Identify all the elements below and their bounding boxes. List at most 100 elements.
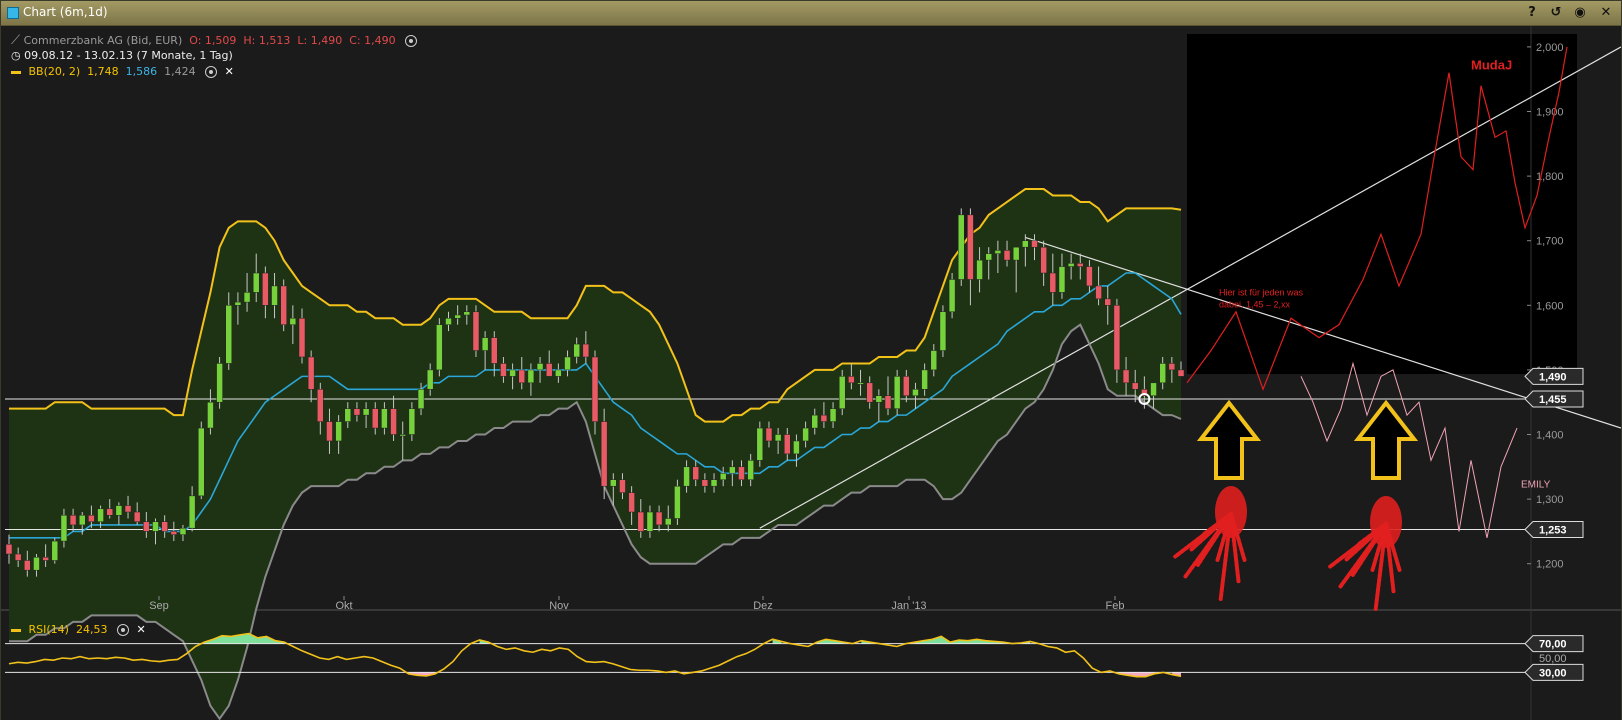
comment-text: Hier ist für jeden was [1219,288,1304,298]
candle-body [326,421,333,442]
title-bar[interactable]: Chart (6m,1d) ? ↺ ◉ ✕ [1,1,1621,26]
candle-body [161,521,168,532]
candle-body [1131,382,1139,390]
candle-body [774,434,782,442]
bb-settings-icon[interactable] [205,66,218,78]
candle-body [1012,246,1020,261]
candle-body [317,389,324,422]
candle-body [958,214,965,280]
candle-body [97,508,104,522]
candle-body [1104,298,1111,306]
close-value: C: 1,490 [349,34,396,47]
price-tag: 1,455 [1524,390,1584,408]
candle-body [948,279,956,313]
price-tag: 1,253 [1524,520,1584,538]
candle-body [912,389,919,396]
splatter-blob [1370,496,1402,548]
candle-body [124,505,132,513]
settings-icon[interactable]: ◉ [1571,4,1589,22]
rsi-tag: 30,00 [1524,663,1584,681]
bb-swatch [11,70,21,74]
y-tick-label: 1,900 [1536,107,1564,119]
rsi-remove-icon[interactable]: ✕ [136,623,145,636]
rsi-tag: 70,00 [1524,635,1584,653]
y-tick-label: 1,700 [1536,236,1564,248]
instrument-legend: ⟋ Commerzbank AG (Bid, EUR) O: 1,509 H: … [11,33,418,48]
candle-body [921,369,928,390]
candle-body [610,479,617,487]
candle [280,279,287,332]
candle-body [88,515,95,522]
candle-body [1113,305,1121,371]
candle-body [903,376,910,396]
price-tag-label: 1,455 [1539,394,1567,406]
instrument-settings-icon[interactable] [405,35,418,47]
candle-body [994,250,1002,254]
candle [51,537,59,564]
candle-body [79,515,86,526]
candle-body [719,473,727,480]
candle-body [976,259,983,280]
candle-body [1159,363,1166,384]
candle [600,408,608,500]
candle-body [893,376,901,409]
candle [958,208,965,286]
candle-body [188,495,196,529]
candle [948,273,956,319]
chart-area[interactable]: 1,2001,3001,4001,5001,6001,7001,8001,900… [1,26,1621,720]
rsi-label: RSI(14) [28,623,69,636]
price-tag-label: 1,490 [1539,371,1567,383]
bb-middle-value: 1,586 [125,65,158,78]
candle-body [1031,240,1038,248]
candle-body [307,356,315,390]
candle-body [1095,285,1102,300]
candle-body [179,527,187,535]
candle-body [372,408,379,429]
candle-body [152,521,159,532]
candle-body [646,511,654,532]
price-pane: 1,2001,3001,4001,5001,6001,7001,8001,900… [1,26,1621,720]
candle-body [930,350,938,371]
candle-body [69,515,77,526]
candle-body [967,214,974,280]
rsi-legend: RSI(14) 24,53 ✕ [11,623,146,636]
window-title: Chart (6m,1d) [23,5,108,19]
candle-body [692,466,699,480]
candle-body [417,389,425,409]
refresh-icon[interactable]: ↺ [1547,4,1565,22]
candle-body [1086,266,1093,287]
rsi-value: 24,53 [75,623,108,636]
candle-body [234,301,242,306]
candle-body [1022,240,1029,248]
candle-body [829,408,837,422]
help-icon[interactable]: ? [1523,4,1541,22]
low-value: L: 1,490 [297,34,343,47]
candle-body [133,511,141,522]
candle-body [884,395,892,409]
candle-body [500,363,507,377]
candle-body [683,466,690,487]
close-icon[interactable]: ✕ [1597,4,1615,22]
candle-body [674,485,681,519]
candle-body [939,311,947,351]
rsi-settings-icon[interactable] [116,624,129,636]
candle [893,369,901,416]
candle-body [271,285,278,306]
candle-body [838,376,846,409]
candle-body [252,272,260,293]
candle-body [445,317,452,325]
candle-body [784,434,791,455]
candle-body [701,479,709,487]
candle-body [655,511,663,526]
y-tick-label: 1,400 [1536,430,1564,442]
candle-body [24,560,31,571]
y-tick-label: 1,600 [1536,300,1564,312]
bb-remove-icon[interactable]: ✕ [225,65,234,78]
bb-upper-value: 1,748 [87,65,119,78]
x-tick-label: Dez [753,600,773,612]
y-tick-label: 1,200 [1536,559,1564,571]
candle-body [802,427,809,442]
candle-body [381,408,388,429]
candle-body [509,369,516,377]
x-tick-label: Feb [1106,600,1125,612]
